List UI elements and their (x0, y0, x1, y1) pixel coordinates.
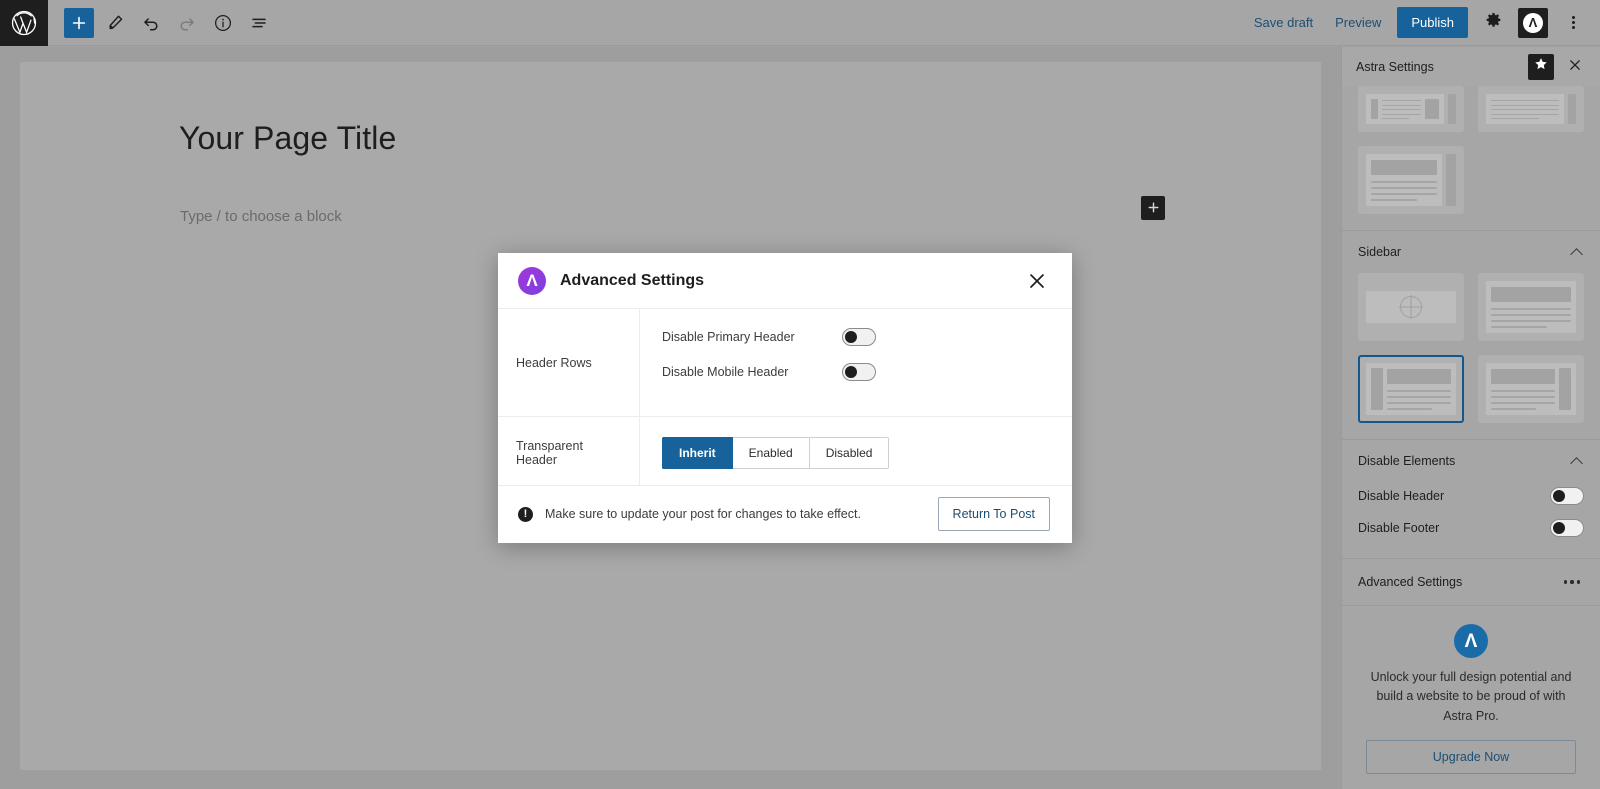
modal-title: Advanced Settings (560, 272, 1010, 290)
disable-primary-header-row: Disable Primary Header (662, 323, 1050, 351)
transparent-header-label: Transparent Header (498, 417, 640, 484)
transparent-header-option-disabled[interactable]: Disabled (810, 437, 890, 469)
disable-primary-header-toggle[interactable] (842, 328, 876, 346)
modal-close-button[interactable] (1024, 268, 1050, 294)
disable-primary-header-label: Disable Primary Header (662, 330, 842, 344)
info-icon: ! (518, 507, 533, 522)
header-rows-label: Header Rows (498, 309, 640, 416)
modal-footer: ! Make sure to update your post for chan… (498, 485, 1072, 543)
transparent-header-option-enabled[interactable]: Enabled (733, 437, 810, 469)
astra-logo-icon: Λ (518, 267, 546, 295)
modal-footer-message: Make sure to update your post for change… (545, 507, 861, 521)
modal-row-header-rows: Header Rows Disable Primary Header Disab… (498, 309, 1072, 417)
return-to-post-button[interactable]: Return To Post (938, 497, 1050, 531)
transparent-header-option-inherit[interactable]: Inherit (662, 437, 733, 469)
modal-footer-note: ! Make sure to update your post for chan… (518, 507, 861, 522)
disable-mobile-header-toggle[interactable] (842, 363, 876, 381)
disable-mobile-header-label: Disable Mobile Header (662, 365, 842, 379)
advanced-settings-modal: Λ Advanced Settings Header Rows Disable … (498, 253, 1072, 543)
disable-mobile-header-row: Disable Mobile Header (662, 351, 1050, 386)
modal-row-transparent-header: Transparent Header Inherit Enabled Disab… (498, 417, 1072, 484)
transparent-header-controls: Inherit Enabled Disabled (640, 417, 1072, 484)
app-root: Save draft Preview Publish Λ Your Pag (0, 0, 1600, 789)
header-rows-controls: Disable Primary Header Disable Mobile He… (640, 309, 1072, 416)
modal-body: Header Rows Disable Primary Header Disab… (498, 309, 1072, 484)
modal-header: Λ Advanced Settings (498, 253, 1072, 309)
transparent-header-segmented-control: Inherit Enabled Disabled (662, 437, 889, 469)
